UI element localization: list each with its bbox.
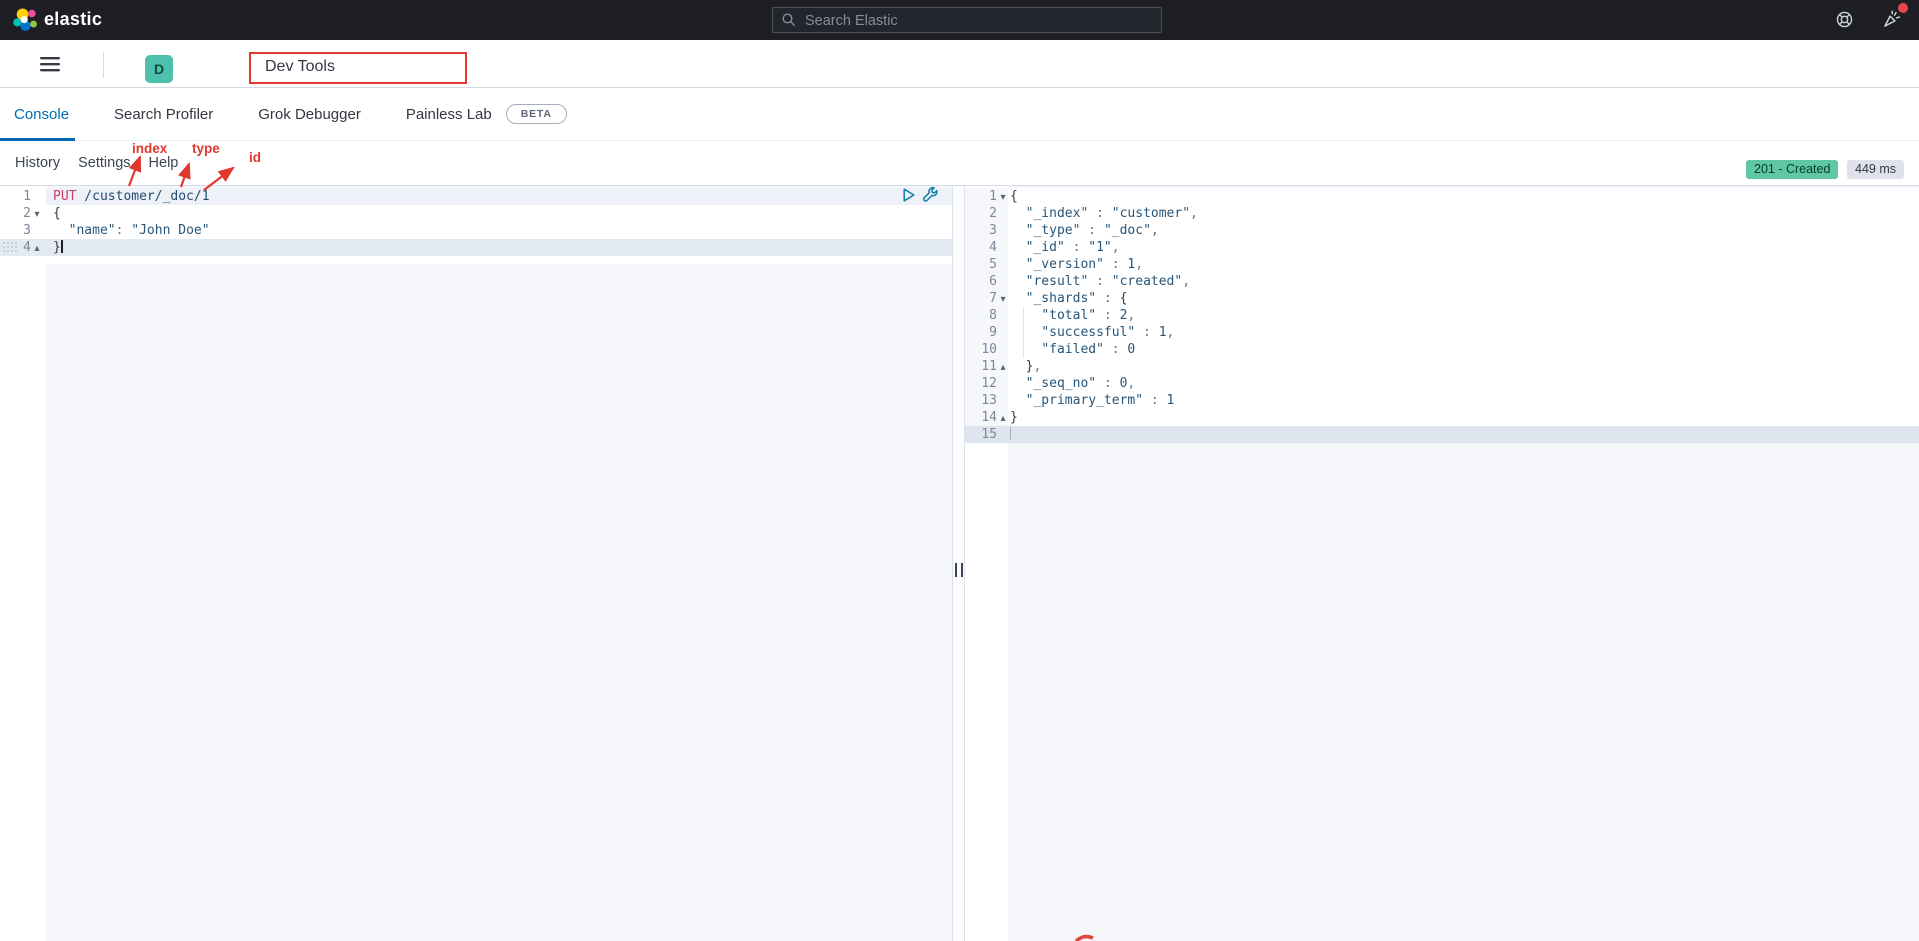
line-number: 12 — [965, 375, 1008, 392]
brand-wordmark: elastic — [44, 9, 102, 30]
notification-dot — [1898, 3, 1908, 13]
console-menu-bar: History Settings Help 201 - Created 449 ms — [0, 141, 1919, 186]
line-number: 10 — [965, 341, 1008, 358]
tab-painless-lab[interactable]: Painless Lab BETA — [406, 104, 567, 124]
code-line: 13 "_primary_term" : 1 — [965, 392, 1919, 409]
request-actions — [903, 186, 939, 204]
menu-item-settings[interactable]: Settings — [78, 155, 130, 171]
send-request-button[interactable] — [903, 188, 915, 202]
panel-resizer[interactable] — [952, 186, 965, 941]
request-gutter — [0, 186, 46, 941]
line-number: 11▴ — [965, 358, 1008, 375]
code-line: 7▾ "_shards" : { — [965, 290, 1919, 307]
tab-label: Console — [14, 106, 69, 123]
global-search-bar — [772, 7, 1162, 33]
response-viewer[interactable]: 1▾{2 "_index" : "customer",3 "_type" : "… — [965, 186, 1919, 941]
line-number: 4▴ — [0, 239, 46, 256]
code-line: 4 "_id" : "1", — [965, 239, 1919, 256]
console-workspace: 1PUT /customer/_doc/12▾{3 "name": "John … — [0, 186, 1919, 941]
tab-grok-debugger[interactable]: Grok Debugger — [258, 106, 361, 123]
request-editor-lines: 1PUT /customer/_doc/12▾{3 "name": "John … — [0, 188, 952, 264]
line-number: 1 — [0, 188, 46, 205]
tab-search-profiler[interactable]: Search Profiler — [114, 106, 213, 123]
breadcrumb-bar: D Dev Tools — [0, 40, 1919, 88]
tab-console[interactable]: Console — [14, 106, 69, 123]
code-line: 4▴} — [0, 239, 952, 256]
dev-tools-page: elastic — [0, 0, 1919, 941]
code-line: 1PUT /customer/_doc/1 — [0, 188, 952, 205]
tab-label: Grok Debugger — [258, 106, 361, 123]
top-header-bar: elastic — [0, 0, 1919, 40]
search-icon — [781, 12, 797, 33]
line-number: 8 — [965, 307, 1008, 324]
request-options-wrench-button[interactable] — [922, 186, 939, 204]
line-number: 13 — [965, 392, 1008, 409]
response-time-badge: 449 ms — [1847, 160, 1904, 179]
line-number: 15 — [965, 426, 1008, 443]
search-input[interactable] — [803, 8, 1147, 34]
line-number: 14▴ — [965, 409, 1008, 426]
menu-item-help[interactable]: Help — [149, 155, 179, 171]
elastic-logo-icon[interactable] — [12, 7, 38, 38]
panel-resize-handle-icon[interactable] — [955, 563, 963, 577]
line-number: 4 — [965, 239, 1008, 256]
code-line: 5 "_version" : 1, — [965, 256, 1919, 273]
line-number: 3 — [965, 222, 1008, 239]
tab-bar: Console Search Profiler Grok Debugger Painl… — [0, 88, 1919, 141]
response-status-badge: 201 - Created — [1746, 160, 1838, 179]
response-lines: 1▾{2 "_index" : "customer",3 "_type" : "… — [965, 188, 1919, 443]
fold-toggle-icon[interactable]: ▴ — [31, 240, 43, 257]
code-line: 2 "_index" : "customer", — [965, 205, 1919, 222]
code-line: 8 "total" : 2, — [965, 307, 1919, 324]
code-line: 1▾{ — [965, 188, 1919, 205]
line-number: 3 — [0, 222, 46, 239]
code-line: 14▴} — [965, 409, 1919, 426]
fold-toggle-icon[interactable]: ▾ — [31, 206, 43, 223]
beta-badge: BETA — [506, 104, 567, 124]
line-number: 5 — [965, 256, 1008, 273]
code-line: 9 "successful" : 1, — [965, 324, 1919, 341]
line-number: 2▾ — [0, 205, 46, 222]
tab-label: Painless Lab — [406, 106, 492, 123]
newsfeed-button[interactable] — [1882, 9, 1902, 32]
line-number: 6 — [965, 273, 1008, 290]
code-line: 10 "failed" : 0 — [965, 341, 1919, 358]
code-line: 12 "_seq_no" : 0, — [965, 375, 1919, 392]
request-editor[interactable]: 1PUT /customer/_doc/12▾{3 "name": "John … — [0, 186, 952, 941]
nav-divider — [103, 52, 104, 78]
code-line: 3 "name": "John Doe" — [0, 222, 952, 239]
console-menu-items: History Settings Help — [15, 141, 178, 185]
help-button[interactable] — [1836, 11, 1853, 31]
line-number: 7▾ — [965, 290, 1008, 307]
space-avatar[interactable]: D — [145, 55, 173, 83]
code-line: 2▾{ — [0, 205, 952, 222]
tab-label: Search Profiler — [114, 106, 213, 123]
text-cursor — [1010, 427, 1011, 440]
main-menu-button[interactable] — [40, 57, 60, 75]
line-number: 9 — [965, 324, 1008, 341]
code-line: 15 — [965, 426, 1919, 443]
code-line: 11▴ }, — [965, 358, 1919, 375]
code-line: 3 "_type" : "_doc", — [965, 222, 1919, 239]
text-cursor — [61, 240, 63, 253]
code-line: 6 "result" : "created", — [965, 273, 1919, 290]
breadcrumb-dev-tools[interactable]: Dev Tools — [265, 53, 335, 81]
line-number: 2 — [965, 205, 1008, 222]
line-number: 1▾ — [965, 188, 1008, 205]
menu-item-history[interactable]: History — [15, 155, 60, 171]
